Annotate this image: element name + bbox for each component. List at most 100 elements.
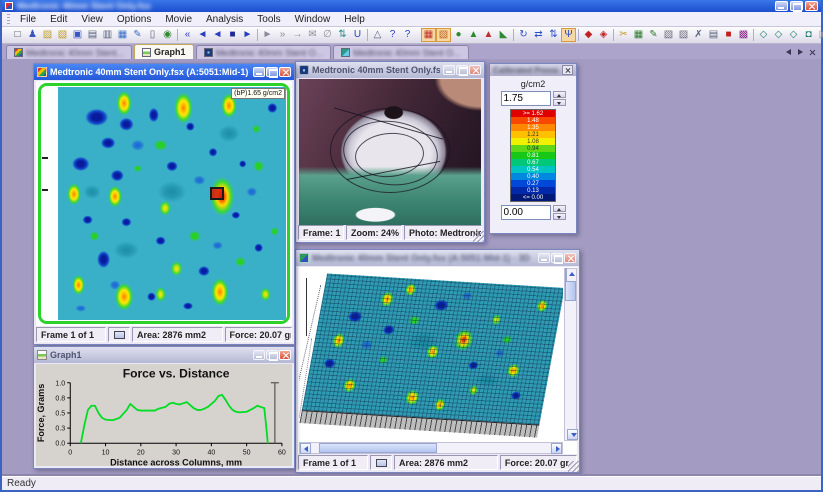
scroll-right-icon[interactable] (551, 443, 562, 454)
view-3d-bars-icon[interactable]: ▲ (466, 28, 481, 42)
open-file-icon[interactable]: ▨ (40, 28, 55, 42)
close-button[interactable] (469, 65, 481, 75)
spin-down-icon[interactable] (553, 99, 566, 106)
graph-pressure-icon[interactable]: ▨ (676, 28, 691, 42)
horizontal-scrollbar[interactable] (299, 442, 563, 454)
swap-horizontal-icon[interactable]: ⇄ (531, 28, 546, 42)
vertical-scrollbar[interactable] (564, 268, 577, 441)
stop-icon[interactable]: ■ (225, 28, 240, 42)
tab-scroll-left-icon[interactable] (784, 48, 793, 57)
tab-graph1[interactable]: Graph1 (134, 44, 194, 59)
measure-peak-icon[interactable]: ◇ (786, 28, 801, 42)
no-record-icon[interactable]: ∅ (320, 28, 335, 42)
print-preview-icon[interactable]: ▥ (100, 28, 115, 42)
data-log-icon[interactable]: ▤ (706, 28, 721, 42)
view-3d-bars-alt-icon[interactable]: ▲ (481, 28, 496, 42)
maximize-button[interactable] (266, 67, 278, 77)
send-page-icon[interactable]: △ (370, 28, 385, 42)
photo-window-titlebar[interactable]: Medtronic 40mm Stent Only.fsx - ... (296, 62, 484, 78)
restore-button[interactable] (790, 1, 803, 11)
tool-cut-icon[interactable]: ✂ (616, 28, 631, 42)
swap-vertical-icon[interactable]: ⇅ (546, 28, 561, 42)
minimize-button[interactable] (443, 65, 455, 75)
surface-window-titlebar[interactable]: Medtronic 40mm Stent Only.fsx (A:5051:Mi… (296, 250, 579, 266)
close-button[interactable] (279, 350, 291, 360)
heatmap-window-titlebar[interactable]: Medtronic 40mm Stent Only.fsx (A:5051:Mi… (34, 64, 294, 80)
step-forward-icon[interactable]: → (290, 28, 305, 42)
spin-up-icon[interactable] (553, 91, 566, 98)
context-help-icon[interactable]: ? (400, 28, 415, 42)
menu-file[interactable]: File (13, 13, 43, 26)
maximize-button[interactable] (551, 253, 563, 263)
snapshot-icon[interactable]: ▣ (816, 28, 823, 42)
scroll-down-icon[interactable] (567, 429, 578, 440)
marker-rotate-icon[interactable]: ◈ (596, 28, 611, 42)
open-remote-icon[interactable]: ▧ (55, 28, 70, 42)
maximize-button[interactable] (456, 65, 468, 75)
graph-edit-icon[interactable]: ✎ (646, 28, 661, 42)
save-icon[interactable]: ▣ (70, 28, 85, 42)
surface-3d-view[interactable] (299, 268, 563, 441)
menu-tools[interactable]: Tools (250, 13, 287, 26)
max-pressure-input[interactable] (501, 91, 551, 106)
resize-grip[interactable] (568, 461, 579, 472)
show-peak-icon[interactable]: Ψ (561, 28, 576, 42)
table-view-icon[interactable]: ▦ (631, 28, 646, 42)
rotate-icon[interactable]: ↻ (516, 28, 531, 42)
play-icon[interactable]: ► (260, 28, 275, 42)
tool-adjust-icon[interactable]: ✗ (691, 28, 706, 42)
min-pressure-input[interactable] (501, 205, 551, 220)
title-bar[interactable]: Medtronic 40mm Stent Only.fsx (2, 0, 821, 12)
maximize-button[interactable] (266, 350, 278, 360)
print-icon[interactable]: ▤ (85, 28, 100, 42)
close-button[interactable] (279, 67, 291, 77)
rewind-icon[interactable]: « (180, 28, 195, 42)
view-3d-surface-icon[interactable]: ◣ (496, 28, 511, 42)
movie-export-icon[interactable]: ■ (721, 28, 736, 42)
menu-view[interactable]: View (74, 13, 110, 26)
calibrate-icon[interactable]: ◘ (801, 28, 816, 42)
view-2d-icon[interactable]: ▦ (421, 28, 436, 42)
minimize-button[interactable] (775, 1, 788, 11)
magnet-icon[interactable]: U (350, 28, 365, 42)
edit-notes-icon[interactable]: ✎ (130, 28, 145, 42)
pressure-heatmap[interactable] (58, 87, 286, 320)
spin-down-icon[interactable] (553, 213, 566, 220)
new-file-icon[interactable]: □ (10, 28, 25, 42)
measure-area-icon[interactable]: ◇ (756, 28, 771, 42)
view-contour-icon[interactable]: ▧ (436, 28, 451, 42)
view-circle-icon[interactable]: ● (451, 28, 466, 42)
graph-force-icon[interactable]: ▧ (661, 28, 676, 42)
peak-marker-box[interactable] (210, 187, 224, 200)
scroll-left-icon[interactable] (300, 443, 311, 454)
vertical-scroll-thumb[interactable] (565, 281, 576, 301)
menu-help[interactable]: Help (337, 13, 372, 26)
sound-icon[interactable]: ✉ (305, 28, 320, 42)
menu-grip[interactable] (7, 14, 10, 24)
copy-icon[interactable]: ▦ (115, 28, 130, 42)
minimize-button[interactable] (253, 67, 265, 77)
close-icon[interactable] (562, 65, 573, 75)
legend-titlebar[interactable]: Calibrated Pressure (490, 64, 576, 76)
measure-force-icon[interactable]: ◇ (771, 28, 786, 42)
tab-close-icon[interactable] (808, 48, 817, 57)
menu-edit[interactable]: Edit (43, 13, 74, 26)
step-back-icon[interactable]: ◄ (195, 28, 210, 42)
tab-medtronic-40mm-stent-o[interactable]: Medtronic 40mm Stent O... (333, 45, 469, 59)
tab-scroll-right-icon[interactable] (796, 48, 805, 57)
minimize-button[interactable] (253, 350, 265, 360)
resize-grip[interactable] (473, 231, 484, 242)
close-button[interactable] (805, 1, 818, 11)
device-icon[interactable]: ▯ (145, 28, 160, 42)
menu-analysis[interactable]: Analysis (199, 13, 250, 26)
open-map-icon[interactable]: ♟ (25, 28, 40, 42)
first-frame-icon[interactable]: ◄ (210, 28, 225, 42)
fast-forward-icon[interactable]: » (275, 28, 290, 42)
graph-window-titlebar[interactable]: Graph1 (34, 347, 294, 363)
minimize-button[interactable] (538, 253, 550, 263)
close-button[interactable] (564, 253, 576, 263)
horizontal-scroll-thumb[interactable] (319, 443, 437, 453)
record-movie-icon[interactable]: ◉ (160, 28, 175, 42)
menu-window[interactable]: Window (288, 13, 338, 26)
tab-medtronic-40mm-stent[interactable]: Medtronic 40mm Stent... (6, 45, 132, 59)
